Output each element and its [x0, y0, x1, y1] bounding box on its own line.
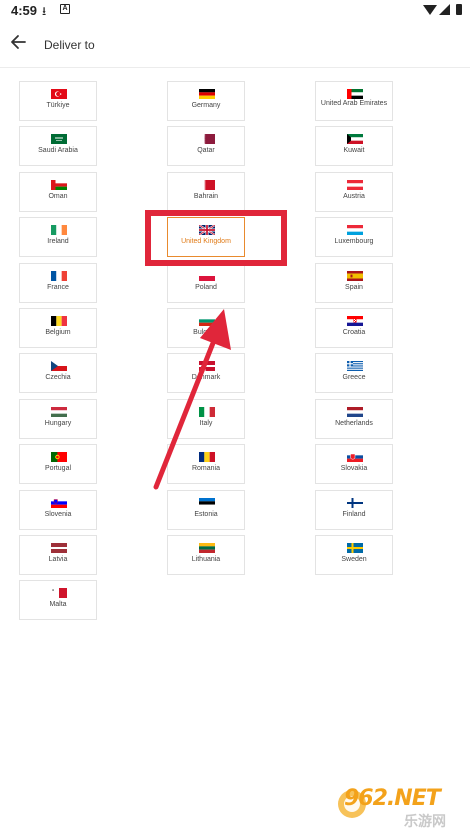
watermark-subtext: 乐游网 [404, 814, 446, 830]
annotation-arrow [153, 309, 231, 490]
watermark-text: 962.NET [344, 786, 441, 811]
